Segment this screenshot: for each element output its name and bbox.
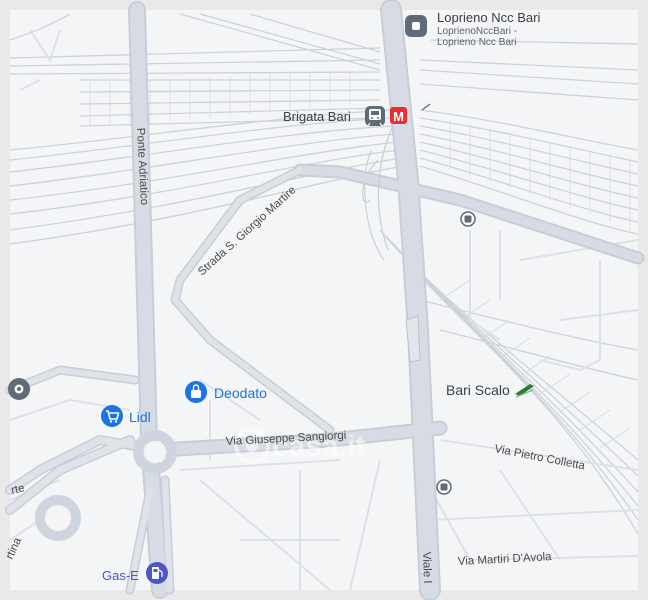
poi-unnamed[interactable]	[8, 378, 30, 400]
metro-icon: M	[390, 107, 407, 124]
train-station-icon	[365, 106, 385, 127]
shopping-bag-icon	[185, 381, 207, 403]
poi-lidl-name: Lidl	[129, 409, 151, 425]
poi-loprieno-name: Loprieno Ncc Bari	[437, 10, 540, 25]
poi-brigata-name: Brigata Bari	[283, 109, 351, 124]
poi-loprieno-sub2: Loprieno Ncc Bari	[437, 37, 516, 48]
bus-stop-icon[interactable]	[436, 479, 452, 495]
poi-deodato-name: Deodato	[214, 385, 267, 401]
map-canvas[interactable]: casa.it Ponte Adriatico Strada S. Giorgi…	[0, 0, 648, 600]
poi-bari-scalo-name: Bari Scalo	[446, 382, 510, 398]
bus-stop-icon[interactable]	[460, 211, 476, 227]
poi-loprieno-sub1: LoprienoNccBari -	[437, 26, 517, 37]
shopping-cart-icon	[101, 405, 123, 427]
metro-glyph: M	[393, 109, 404, 124]
poi-gas-e-name: Gas-E	[102, 568, 139, 583]
poi-deodato[interactable]: Deodato	[185, 381, 267, 403]
map-land	[10, 10, 638, 590]
road-label-viale: Viale I	[420, 552, 433, 584]
fuel-pump-icon	[146, 562, 168, 584]
